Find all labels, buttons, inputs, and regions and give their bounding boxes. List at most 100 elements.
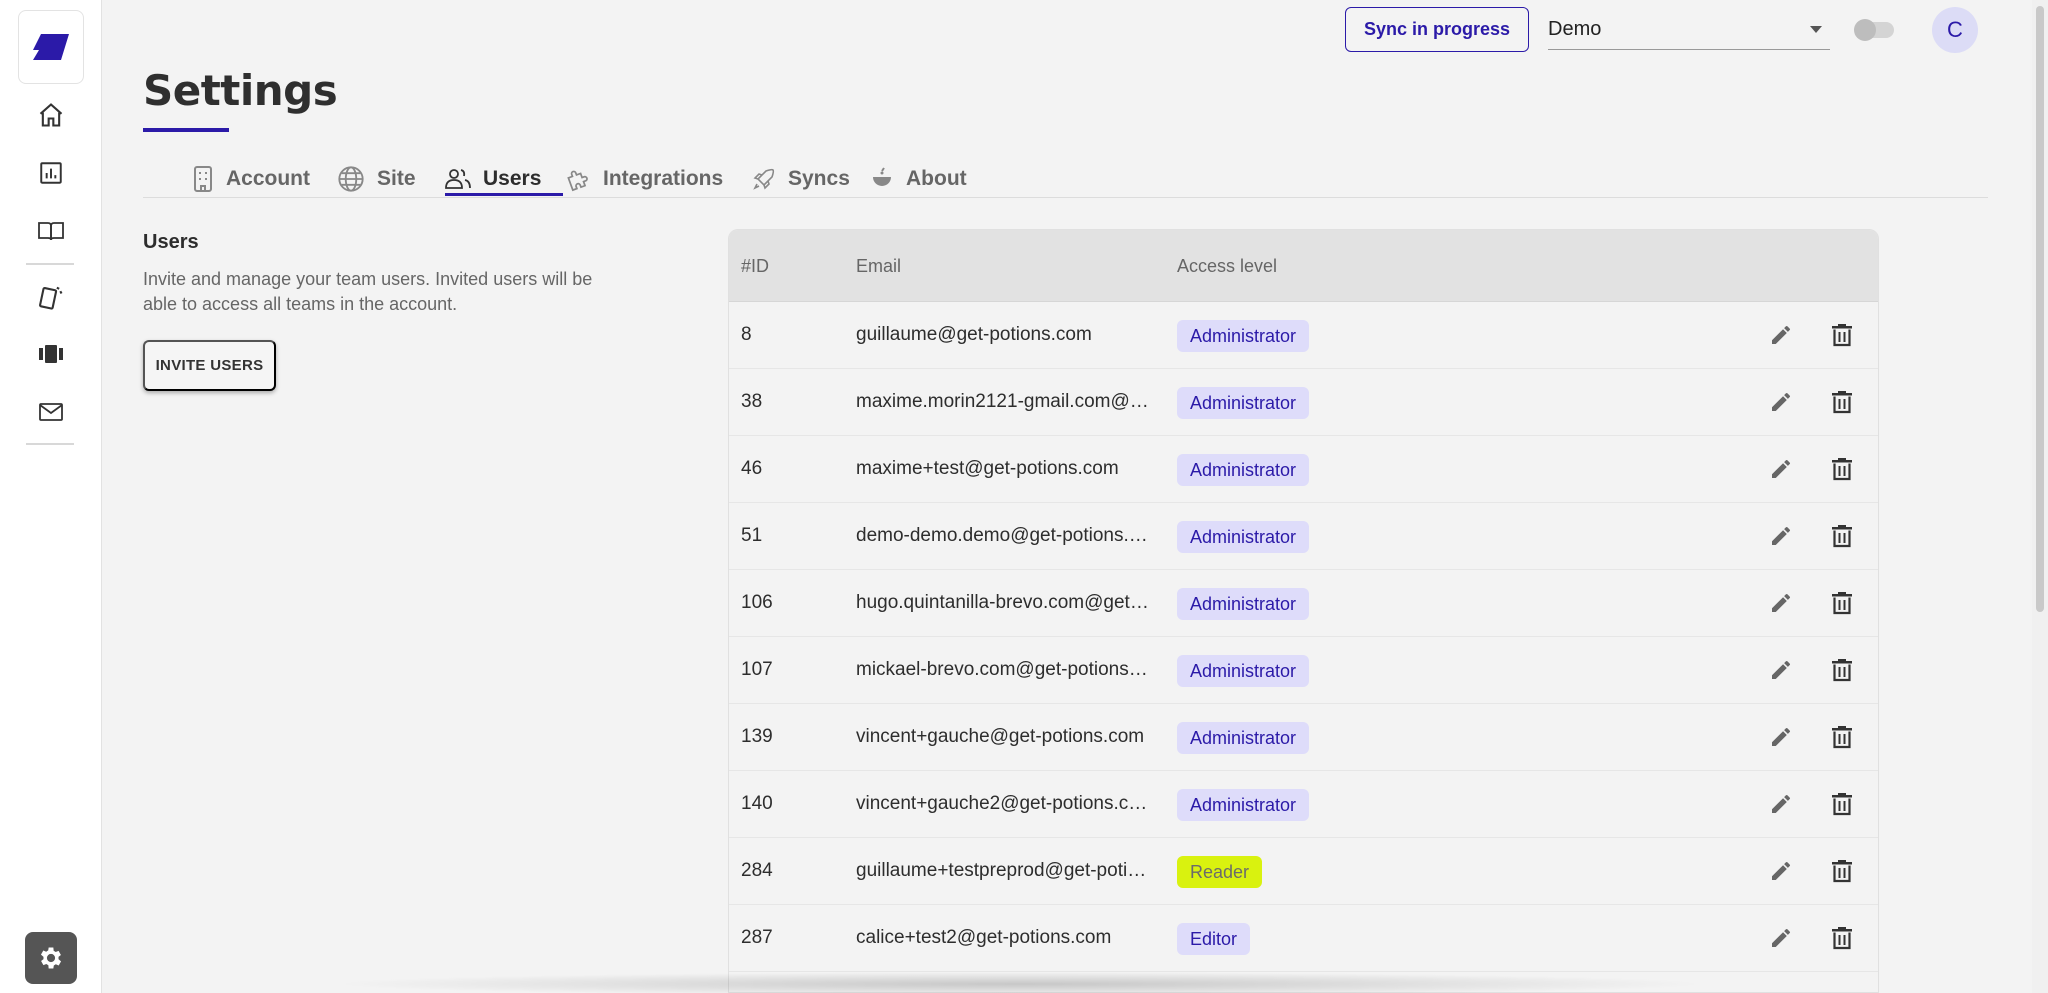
cell-id: 38	[741, 391, 763, 412]
edit-icon[interactable]	[1767, 857, 1795, 885]
table-row[interactable]: 46 maxime+test@get-potions.com Administrat…	[729, 436, 1878, 503]
avatar[interactable]: C	[1932, 7, 1978, 53]
edit-icon[interactable]	[1767, 723, 1795, 751]
cell-email: demo-demo.demo@get-potions.com	[856, 525, 1152, 546]
cell-email: maxime+test@get-potions.com	[856, 458, 1119, 479]
delete-icon[interactable]	[1828, 790, 1856, 818]
cell-id: 140	[741, 793, 773, 814]
access-level-badge: Administrator	[1177, 320, 1310, 352]
delete-icon[interactable]	[1828, 589, 1856, 617]
users-table: #ID Email Access level 8 guillaume@get-po…	[728, 229, 1879, 993]
delete-icon[interactable]	[1828, 388, 1856, 416]
mode-toggle[interactable]	[1854, 19, 1894, 41]
sidebar-divider	[26, 263, 74, 265]
team-select[interactable]: Demo	[1548, 10, 1830, 50]
globe-icon	[338, 166, 364, 192]
settings-button[interactable]	[25, 932, 77, 984]
delete-icon[interactable]	[1828, 656, 1856, 684]
delete-icon[interactable]	[1828, 857, 1856, 885]
delete-icon[interactable]	[1828, 321, 1856, 349]
cards-icon[interactable]	[34, 280, 68, 314]
cell-id: 8	[741, 324, 752, 345]
tab-syncs[interactable]: Syncs	[752, 160, 850, 198]
edit-icon[interactable]	[1767, 656, 1795, 684]
book-icon[interactable]	[34, 214, 68, 248]
column-header-access[interactable]: Access level	[1177, 230, 1277, 302]
access-level-badge: Administrator	[1177, 722, 1310, 754]
cell-email: guillaume+testpreprod@get-potions.com	[856, 860, 1152, 881]
cell-email: maxime.morin2121-gmail.com@get-potions.c…	[856, 391, 1152, 412]
section-title: Users	[143, 231, 199, 253]
cell-email: vincent+gauche@get-potions.com	[856, 726, 1145, 747]
table-row[interactable]: 139 vincent+gauche@get-potions.com Adminis…	[729, 704, 1878, 771]
access-level-badge: Editor	[1177, 923, 1251, 955]
access-level-badge: Administrator	[1177, 521, 1310, 553]
cell-id: 284	[741, 860, 773, 881]
home-icon[interactable]	[34, 98, 68, 132]
tab-label: About	[906, 167, 967, 190]
tab-integrations[interactable]: Integrations	[565, 160, 723, 198]
cell-id: 51	[741, 525, 763, 546]
title-underline	[143, 128, 229, 132]
building-icon	[194, 166, 212, 192]
edit-icon[interactable]	[1767, 522, 1795, 550]
edit-icon[interactable]	[1767, 790, 1795, 818]
delete-icon[interactable]	[1828, 723, 1856, 751]
cell-id: 46	[741, 458, 763, 479]
access-level-badge: Reader	[1177, 856, 1263, 888]
delete-icon[interactable]	[1828, 522, 1856, 550]
edit-icon[interactable]	[1767, 924, 1795, 952]
cell-email: mickael-brevo.com@get-potions.com	[856, 659, 1152, 680]
sync-status-button[interactable]: Sync in progress	[1345, 7, 1529, 52]
cell-id: 107	[741, 659, 773, 680]
access-level-badge: Administrator	[1177, 454, 1310, 486]
bottom-shadow	[330, 972, 1710, 993]
access-level-badge: Administrator	[1177, 789, 1310, 821]
table-row[interactable]: 51 demo-demo.demo@get-potions.com Administ…	[729, 503, 1878, 570]
edit-icon[interactable]	[1767, 455, 1795, 483]
mail-icon[interactable]	[34, 395, 68, 429]
chevron-down-icon	[1810, 26, 1822, 33]
section-description: Invite and manage your team users. Invit…	[143, 269, 593, 314]
tab-account[interactable]: Account	[192, 160, 310, 198]
tab-label: Site	[377, 167, 416, 190]
edit-icon[interactable]	[1767, 589, 1795, 617]
rocket-icon	[753, 168, 775, 190]
table-row[interactable]: 287 calice+test2@get-potions.com Editor	[729, 905, 1878, 972]
toggle-knob	[1854, 19, 1876, 41]
carousel-icon[interactable]	[34, 337, 68, 371]
tab-label: Integrations	[603, 167, 724, 190]
logo-icon	[33, 34, 69, 60]
table-row[interactable]: 38 maxime.morin2121-gmail.com@get-potions…	[729, 369, 1878, 436]
tab-about[interactable]: About	[870, 160, 967, 198]
delete-icon[interactable]	[1828, 455, 1856, 483]
tab-label: Syncs	[788, 167, 850, 190]
table-row[interactable]: 107 mickael-brevo.com@get-potions.com Admi…	[729, 637, 1878, 704]
tab-site[interactable]: Site	[337, 160, 416, 198]
cell-email: vincent+gauche2@get-potions.com	[856, 793, 1152, 814]
column-header-email[interactable]: Email	[856, 230, 901, 302]
tabs-divider	[143, 197, 1988, 198]
team-select-value: Demo	[1548, 18, 1602, 40]
table-row[interactable]: 284 guillaume+testpreprod@get-potions.com…	[729, 838, 1878, 905]
sidebar	[0, 0, 102, 993]
table-row[interactable]: 8 guillaume@get-potions.com Administrator	[729, 302, 1878, 369]
analytics-icon[interactable]	[34, 156, 68, 190]
delete-icon[interactable]	[1828, 924, 1856, 952]
page-scrollbar[interactable]	[2032, 0, 2048, 993]
invite-users-button[interactable]: INVITE USERS	[143, 340, 276, 391]
puzzle-icon	[567, 170, 588, 192]
gear-icon	[40, 947, 62, 969]
app-logo[interactable]	[18, 10, 84, 84]
edit-icon[interactable]	[1767, 388, 1795, 416]
column-header-id[interactable]: #ID	[741, 230, 769, 302]
tab-label: Account	[226, 167, 310, 190]
active-tab-indicator	[445, 193, 563, 196]
access-level-badge: Administrator	[1177, 588, 1310, 620]
edit-icon[interactable]	[1767, 321, 1795, 349]
scrollbar-thumb[interactable]	[2036, 6, 2044, 612]
table-row[interactable]: 140 vincent+gauche2@get-potions.com Admini…	[729, 771, 1878, 838]
cell-email: guillaume@get-potions.com	[856, 324, 1092, 345]
access-level-badge: Administrator	[1177, 387, 1310, 419]
table-row[interactable]: 106 hugo.quintanilla-brevo.com@get-potion…	[729, 570, 1878, 637]
